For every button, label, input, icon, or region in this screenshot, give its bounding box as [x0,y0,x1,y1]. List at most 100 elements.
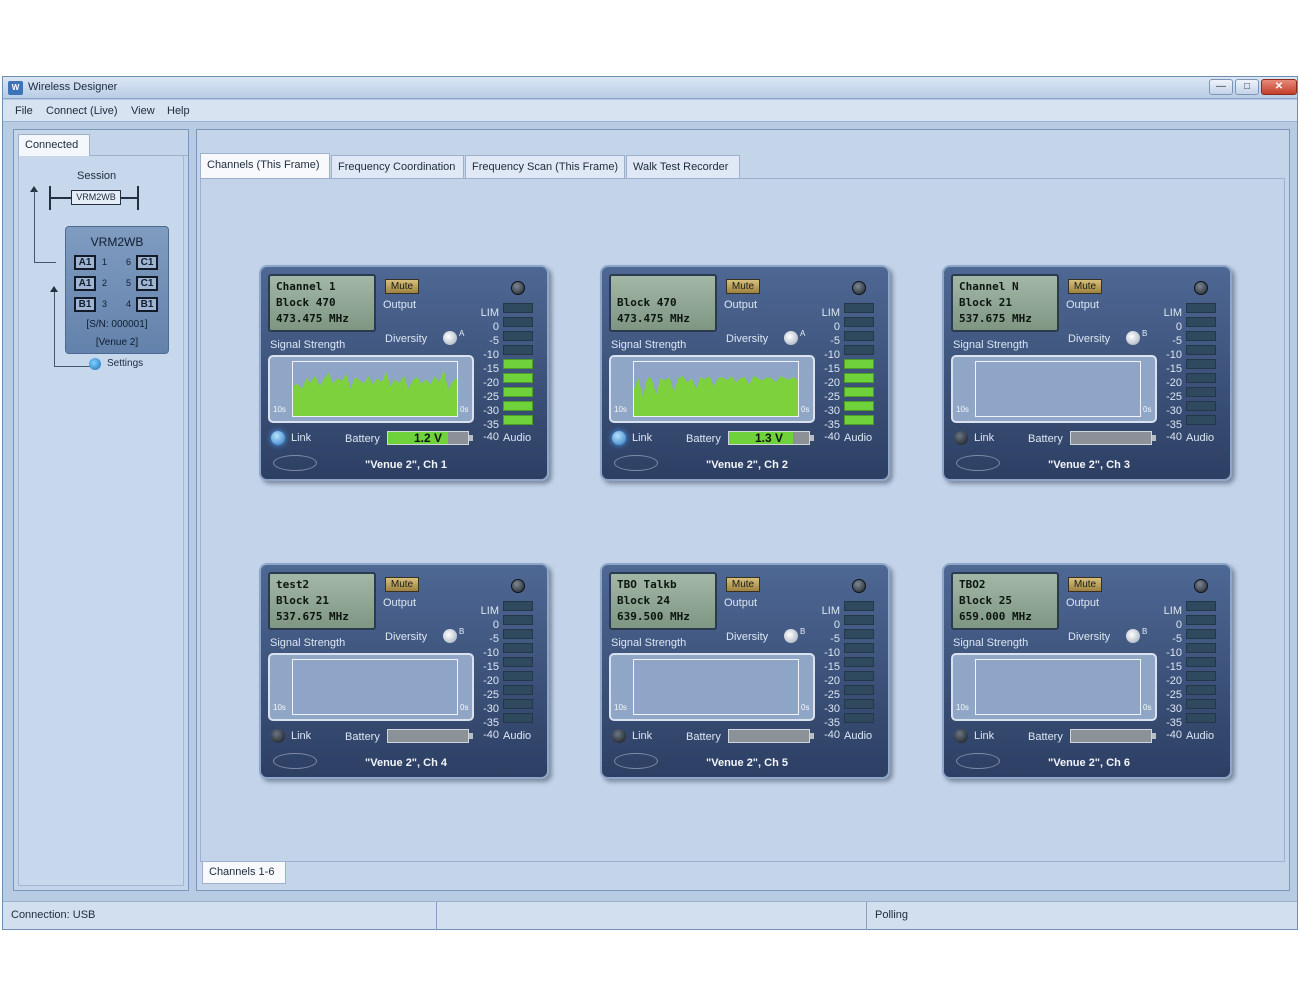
output-label: Output [724,299,758,311]
channel-card[interactable]: Channel 1 Block 470 473.475 MHz Mute Outp… [259,265,549,481]
graph-start-label: 10s [614,703,627,712]
menu-bar: File Connect (Live) View Help [3,100,1297,122]
mute-button[interactable]: Mute [385,577,419,592]
tab-walk-test-recorder[interactable]: Walk Test Recorder [626,155,740,179]
channel-card[interactable]: Channel N Block 21 537.675 MHz Mute Outpu… [942,265,1232,481]
tab-frequency-coordination[interactable]: Frequency Coordination [331,155,464,179]
menu-help[interactable]: Help [167,105,190,117]
link-led-icon [954,431,968,445]
tab-connected[interactable]: Connected [18,134,90,156]
channel-card[interactable]: TBO Talkb Block 24 639.500 MHz Mute Outpu… [600,563,890,779]
mute-button[interactable]: Mute [385,279,419,294]
port-right-1[interactable]: C1 [136,255,158,270]
output-label: Output [383,597,417,609]
signal-strength-label: Signal Strength [953,637,1029,649]
channel-display: TBO2 Block 25 659.000 MHz [951,572,1059,630]
port-left-2[interactable]: A1 [74,276,96,291]
link-led-icon [271,729,285,743]
tree-connector [34,262,56,263]
meter-scale-label: LIM [821,307,840,319]
device-serial: [S/N: 000001] [86,319,148,330]
battery-label: Battery [345,731,380,743]
minimize-button[interactable]: — [1209,79,1233,95]
channel-frequency: 639.500 MHz [617,610,690,623]
link-label: Link [974,432,995,444]
tab-channels-1-6[interactable]: Channels 1-6 [202,862,286,884]
tab-frequency-scan[interactable]: Frequency Scan (This Frame) [465,155,625,179]
channel-card[interactable]: Block 470 473.475 MHz Mute Output Diversit… [600,265,890,481]
battery-label: Battery [345,433,380,445]
menu-connect[interactable]: Connect (Live) [46,105,118,117]
maximize-button[interactable]: □ [1235,79,1259,95]
mute-button[interactable]: Mute [1068,279,1102,294]
audio-meter-segment [1186,699,1216,709]
session-node[interactable]: VRM2WB [71,190,121,205]
meter-scale-label: -5 [1172,335,1182,347]
channel-name [617,279,709,295]
meter-scale-label: 0 [1175,321,1182,333]
audio-meter-segment [844,713,874,723]
audio-meter-segment [844,303,874,313]
signal-strength-label: Signal Strength [611,339,687,351]
link-led-icon [612,729,626,743]
audio-meter-segment [503,401,533,411]
mute-button[interactable]: Mute [726,279,760,294]
port-number: 5 [126,278,132,288]
channel-display: test2 Block 21 537.675 MHz [268,572,376,630]
port-right-3[interactable]: B1 [136,297,158,312]
device-tree-panel: Connected Session VRM2WB VRM2WB A1 1 6 C… [13,129,189,891]
audio-meter-segment [1186,373,1216,383]
audio-meter-segment [844,345,874,355]
mute-button[interactable]: Mute [726,577,760,592]
title-bar[interactable]: W Wireless Designer — □ ✕ [3,77,1297,99]
port-number: 2 [102,278,108,288]
diversity-antenna: A [459,329,465,338]
diversity-antenna: B [800,627,806,636]
channel-card[interactable]: TBO2 Block 25 659.000 MHz Mute Output Dive… [942,563,1232,779]
audio-label: Audio [844,730,873,742]
tab-channels[interactable]: Channels (This Frame) [200,153,330,179]
menu-view[interactable]: View [131,105,155,117]
tree-connector [54,292,55,366]
signal-graph: 10s 0s [609,653,815,721]
graph-end-label: 0s [801,405,810,414]
audio-meter-segment [1186,331,1216,341]
meter-scale-label: 0 [833,321,840,333]
port-left-3[interactable]: B1 [74,297,96,312]
port-left-1[interactable]: A1 [74,255,96,270]
diversity-icon [1126,629,1140,643]
channel-card[interactable]: test2 Block 21 537.675 MHz Mute Output Div… [259,563,549,779]
diversity-antenna: B [1142,329,1148,338]
meter-scale-label: LIM [821,605,840,617]
meter-scale-label: -35 [483,717,499,729]
diversity-label: Diversity [726,631,769,643]
link-led-icon [954,729,968,743]
close-button[interactable]: ✕ [1261,79,1297,95]
device-node[interactable]: VRM2WB A1 1 6 C1 A1 2 5 C1 B1 3 4 B1 [S/… [65,226,169,354]
meter-scale-label: -5 [489,335,499,347]
audio-meter-segment [503,345,533,355]
diversity-antenna: A [800,329,806,338]
status-led-icon [1194,579,1208,593]
audio-meter-segment [844,415,874,425]
audio-meter-segment [844,359,874,369]
output-label: Output [724,597,758,609]
signal-waveform [293,369,457,416]
battery-voltage: 1.2 V [413,431,443,445]
port-right-2[interactable]: C1 [136,276,158,291]
window-title: Wireless Designer [28,81,118,93]
signal-graph: 10s 0s [609,355,815,423]
audio-meter-segment [503,331,533,341]
audio-label: Audio [1186,730,1215,742]
link-label: Link [291,730,312,742]
mute-button[interactable]: Mute [1068,577,1102,592]
signal-graph: 10s 0s [268,653,474,721]
battery-label: Battery [1028,433,1063,445]
channel-block: Block 470 [617,296,677,309]
menu-file[interactable]: File [15,105,33,117]
port-number: 6 [126,257,132,267]
signal-waveform [634,376,798,416]
signal-strength-label: Signal Strength [270,637,346,649]
globe-icon[interactable] [89,358,101,370]
settings-node[interactable]: Settings [107,358,143,369]
